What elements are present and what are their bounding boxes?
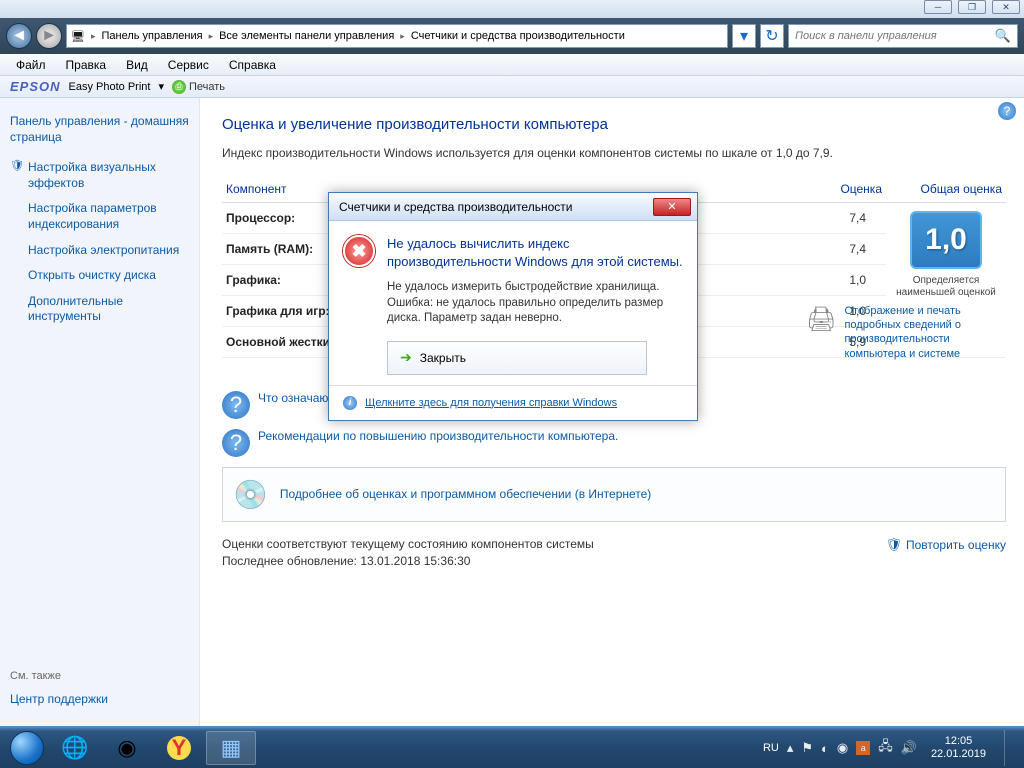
refresh-button[interactable]: ↻ [760,24,784,48]
sidebar-link-action-center[interactable]: Центр поддержки [10,688,189,710]
address-bar[interactable]: 🖥 ▸ Панель управления ▸ Все элементы пан… [66,24,728,48]
chevron-right-icon: ▸ [209,31,214,42]
start-button[interactable] [6,731,48,765]
print-icon: ⎙ [172,80,186,94]
more-info-link[interactable]: Подробнее об оценках и программном обесп… [280,487,651,501]
sidebar-link-power[interactable]: Настройка электропитания [10,238,189,264]
sidebar: Панель управления - домашняя страница На… [0,98,200,726]
menu-help[interactable]: Справка [221,56,284,74]
system-tray: RU ▴ ⚑ ◐ ◉ a 🖧 🔊 12:05 22.01.2019 [763,730,1018,766]
intro-text: Индекс производительности Windows исполь… [222,145,1006,162]
windows-orb-icon [10,731,44,765]
chevron-right-icon: ▸ [400,31,405,42]
search-input[interactable] [795,30,995,42]
arrow-right-icon: ➔ [400,349,412,366]
sidebar-link-disk-cleanup[interactable]: Открыть очистку диска [10,263,189,289]
control-panel-home-link[interactable]: Панель управления - домашняя страница [10,110,189,155]
dialog-help-link[interactable]: Щелкните здесь для получения справки Win… [365,397,617,409]
menu-service[interactable]: Сервис [160,56,217,74]
sidebar-link-indexing[interactable]: Настройка параметров индексирования [10,196,189,237]
menu-view[interactable]: Вид [118,56,156,74]
error-icon: ✖ [343,235,375,267]
breadcrumb[interactable]: Все элементы панели управления [219,30,394,42]
shield-icon: 🛡 [885,536,902,554]
history-dropdown[interactable]: ▾ [732,24,756,48]
forward-button[interactable]: ► [36,23,62,49]
error-dialog: Счетчики и средства производительности ✕… [328,192,698,421]
computer-icon: 🖥 [71,30,85,43]
print-label: Печать [189,81,225,93]
taskbar-chrome[interactable]: ◉ [102,731,152,765]
back-button[interactable]: ◄ [6,23,32,49]
breadcrumb[interactable]: Счетчики и средства производительности [411,30,625,42]
taskbar-clock[interactable]: 12:05 22.01.2019 [925,735,992,760]
minimize-button[interactable]: ─ [924,0,952,14]
sidebar-link-visual-effects[interactable]: Настройка визуальных эффектов [10,155,189,196]
dropdown-icon[interactable]: ▾ [158,80,164,93]
overall-score-badge: 1,0 [910,211,982,269]
more-info-panel[interactable]: 💿 Подробнее об оценках и программном обе… [222,467,1006,522]
menu-file[interactable]: Файл [8,56,54,74]
epson-print-button[interactable]: ⎙ Печать [172,80,225,94]
taskbar-yandex[interactable]: Y [154,731,204,765]
rerun-assessment-link[interactable]: 🛡 Повторить оценку [885,536,1006,554]
question-icon: ? [222,429,250,457]
clock-date: 22.01.2019 [931,748,986,761]
updated-line: Последнее обновление: 13.01.2018 15:36:3… [222,553,1006,570]
search-icon[interactable]: 🔍 [995,28,1011,44]
dialog-close-action[interactable]: ➔ Закрыть [387,341,647,375]
window-titlebar: ─ ❐ ✕ [0,0,1024,18]
tray-icon[interactable]: ◉ [837,740,848,756]
software-icon: 💿 [233,478,268,511]
tray-up-icon[interactable]: ▴ [787,740,794,756]
taskbar-ie[interactable]: 🌐 [50,731,100,765]
print-details-link[interactable]: 🖨 Отображение и печать подробных сведени… [806,304,1006,361]
chevron-right-icon: ▸ [91,31,96,42]
sidebar-link-advanced-tools[interactable]: Дополнительные инструменты [10,289,189,330]
close-window-button[interactable]: ✕ [992,0,1020,14]
dialog-title: Счетчики и средства производительности [339,200,572,214]
printer-icon: 🖨 [806,304,836,361]
performance-tips-link[interactable]: Рекомендации по повышению производительн… [258,429,618,445]
col-overall: Общая оценка [886,176,1006,203]
maximize-button[interactable]: ❐ [958,0,986,14]
taskbar: 🌐 ◉ Y ▦ RU ▴ ⚑ ◐ ◉ a 🖧 🔊 12:05 22.01.201… [0,728,1024,768]
epson-logo: EPSON [10,79,61,94]
help-icon[interactable]: ? [998,102,1016,120]
col-score: Оценка [807,176,886,203]
show-desktop-button[interactable] [1004,730,1014,766]
clock-time: 12:05 [931,735,986,748]
dialog-button-label: Закрыть [420,351,466,365]
tray-icon[interactable]: ⚑ [801,740,813,756]
lang-indicator[interactable]: RU [763,742,779,754]
tray-network-icon[interactable]: 🖧 [878,737,893,759]
dialog-close-button[interactable]: ✕ [653,198,691,216]
dialog-detail: Не удалось измерить быстродействие храни… [387,280,683,327]
search-box[interactable]: 🔍 [788,24,1018,48]
epson-app-label[interactable]: Easy Photo Print [69,81,151,93]
page-title: Оценка и увеличение производительности к… [222,116,1006,133]
status-footer: 🛡 Повторить оценку Оценки соответствуют … [222,536,1006,570]
tray-icon[interactable]: a [856,741,870,755]
dialog-footer: i Щелкните здесь для получения справки W… [329,385,697,420]
explorer-navbar: ◄ ► 🖥 ▸ Панель управления ▸ Все элементы… [0,18,1024,54]
component-score: 7,4 [807,202,886,233]
dialog-heading: Не удалось вычислить индекс производител… [387,235,683,270]
taskbar-control-panel[interactable]: ▦ [206,731,256,765]
tray-volume-icon[interactable]: 🔊 [901,740,917,756]
tray-icon[interactable]: ◐ [821,741,829,756]
question-icon: ? [222,391,250,419]
overall-score-label: Определяется наименьшей оценкой [890,275,1002,299]
see-also-heading: См. также [10,670,189,688]
dialog-titlebar[interactable]: Счетчики и средства производительности ✕ [329,193,697,221]
rerun-label: Повторить оценку [906,537,1006,554]
menu-bar: Файл Правка Вид Сервис Справка [0,54,1024,76]
print-details-label: Отображение и печать подробных сведений … [844,304,1006,361]
info-icon: i [343,396,357,410]
breadcrumb[interactable]: Панель управления [102,30,203,42]
menu-edit[interactable]: Правка [58,56,115,74]
epson-toolbar: EPSON Easy Photo Print ▾ ⎙ Печать [0,76,1024,98]
